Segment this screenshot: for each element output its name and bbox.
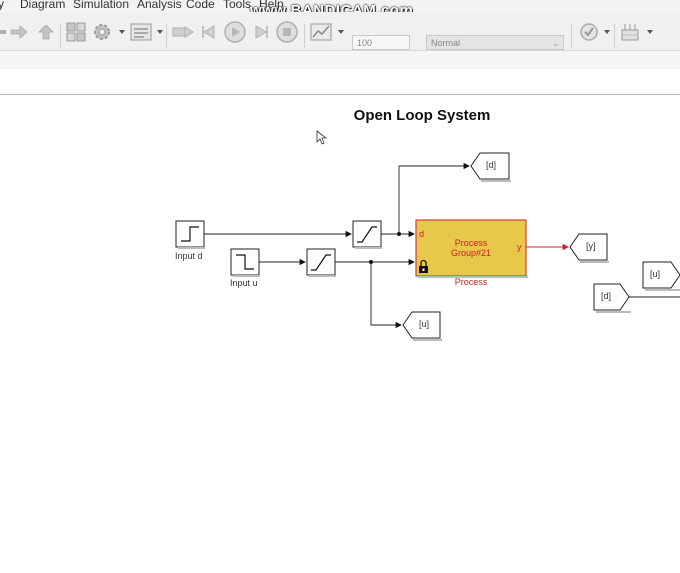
step-block-input-u[interactable] [230, 248, 260, 277]
process-block-name: Process [454, 277, 488, 287]
branch-point-d [397, 232, 401, 236]
from-tag-u[interactable] [642, 261, 680, 291]
process-block-title: Process [454, 238, 488, 248]
input-u-label: Input u [230, 278, 258, 288]
signal-branch-to-goto-u [370, 262, 402, 329]
goto-d-label: [d] [486, 160, 497, 170]
saturation-block-d[interactable] [352, 220, 382, 249]
process-port-y-label: y [517, 242, 522, 252]
from-d-label: [d] [601, 291, 612, 301]
branch-point-u [369, 260, 373, 264]
process-block-group: Group#21 [450, 248, 492, 258]
from-u-label: [u] [650, 269, 661, 279]
block-diagram [175, 152, 680, 341]
goto-y-label: [y] [586, 241, 596, 251]
saturation-block-u[interactable] [306, 248, 336, 277]
input-d-label: Input d [175, 251, 203, 261]
goto-u-label: [u] [419, 319, 430, 329]
step-block-input-d[interactable] [175, 220, 205, 249]
process-port-d-label: d [419, 229, 425, 239]
from-tag-d[interactable] [593, 283, 631, 313]
mouse-pointer-icon [316, 130, 328, 145]
